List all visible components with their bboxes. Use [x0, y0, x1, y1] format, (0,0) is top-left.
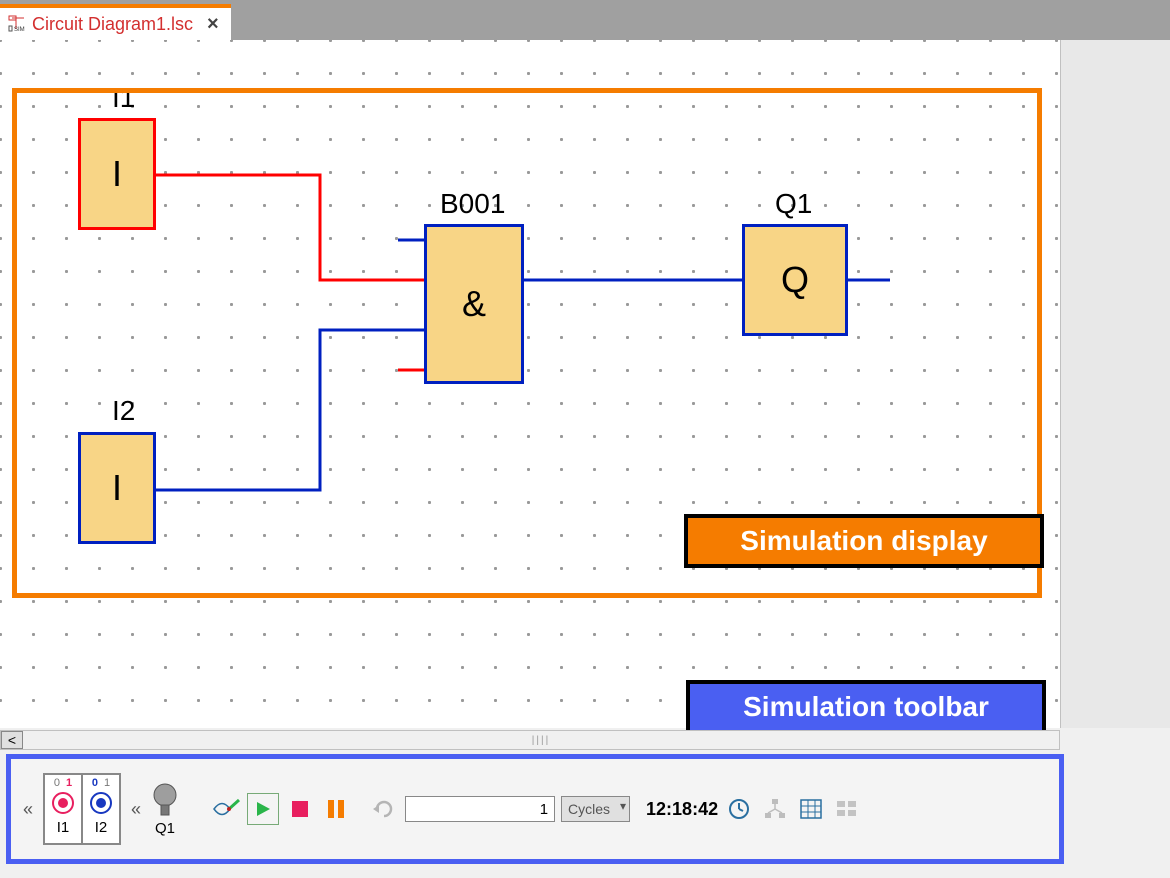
- output-indicator-q1[interactable]: Q1: [151, 782, 179, 837]
- right-margin: [1060, 40, 1170, 728]
- output-indicator-label: Q1: [155, 820, 175, 837]
- simulation-toolbar: « 01 .io-block:nth-child(1) .io-circle::…: [6, 754, 1064, 864]
- grid-button[interactable]: [832, 794, 862, 824]
- network-button[interactable]: [760, 794, 790, 824]
- clock-button[interactable]: [724, 794, 754, 824]
- chevron-down-icon: ▾: [620, 799, 626, 813]
- step-count-input[interactable]: [405, 796, 555, 822]
- play-icon: [254, 800, 272, 818]
- tab-bar: SIM Circuit Diagram1.lsc ×: [0, 0, 1170, 40]
- input-switch-group: 01 .io-block:nth-child(1) .io-circle::af…: [43, 773, 121, 845]
- collapse-left-icon[interactable]: «: [19, 795, 37, 824]
- play-button[interactable]: [247, 793, 279, 825]
- simulation-time: 12:18:42: [646, 799, 718, 820]
- tab-filename: Circuit Diagram1.lsc: [32, 14, 193, 35]
- input-switch-i1-label: I1: [57, 819, 70, 836]
- horizontal-scrollbar[interactable]: < ||||: [0, 730, 1060, 750]
- clock-icon: [728, 798, 750, 820]
- refresh-icon: [373, 798, 395, 820]
- refresh-button[interactable]: [369, 794, 399, 824]
- diagram-canvas[interactable]: I1 I I2 I B001 & Q1 Q Simulation display…: [0, 40, 1060, 728]
- table-icon: [800, 799, 822, 819]
- probe-pin-icon[interactable]: [211, 794, 241, 824]
- pause-button[interactable]: [321, 794, 351, 824]
- collapse-mid-icon[interactable]: «: [127, 795, 145, 824]
- annotation-toolbar-label: Simulation toolbar: [686, 680, 1046, 734]
- svg-text:SIM: SIM: [14, 27, 25, 33]
- stop-button[interactable]: [285, 794, 315, 824]
- input-switch-i2-label: I2: [95, 819, 108, 836]
- network-icon: [764, 798, 786, 820]
- input-switch-i2[interactable]: 01 .io-block:nth-child(2) .io-circle::af…: [82, 774, 120, 844]
- stop-icon: [291, 800, 309, 818]
- close-icon[interactable]: ×: [207, 13, 219, 36]
- bulb-icon: [151, 782, 179, 820]
- input-switch-i1[interactable]: 01 .io-block:nth-child(1) .io-circle::af…: [44, 774, 82, 844]
- logo-sim-icon: SIM: [8, 15, 26, 33]
- scroll-track[interactable]: ||||: [23, 731, 1059, 749]
- table-button[interactable]: [796, 794, 826, 824]
- pause-icon: [327, 799, 345, 819]
- scroll-left-button[interactable]: <: [1, 731, 23, 749]
- document-tab[interactable]: SIM Circuit Diagram1.lsc ×: [0, 4, 231, 40]
- grid-icon: [836, 800, 858, 818]
- annotation-display-label: Simulation display: [684, 514, 1044, 568]
